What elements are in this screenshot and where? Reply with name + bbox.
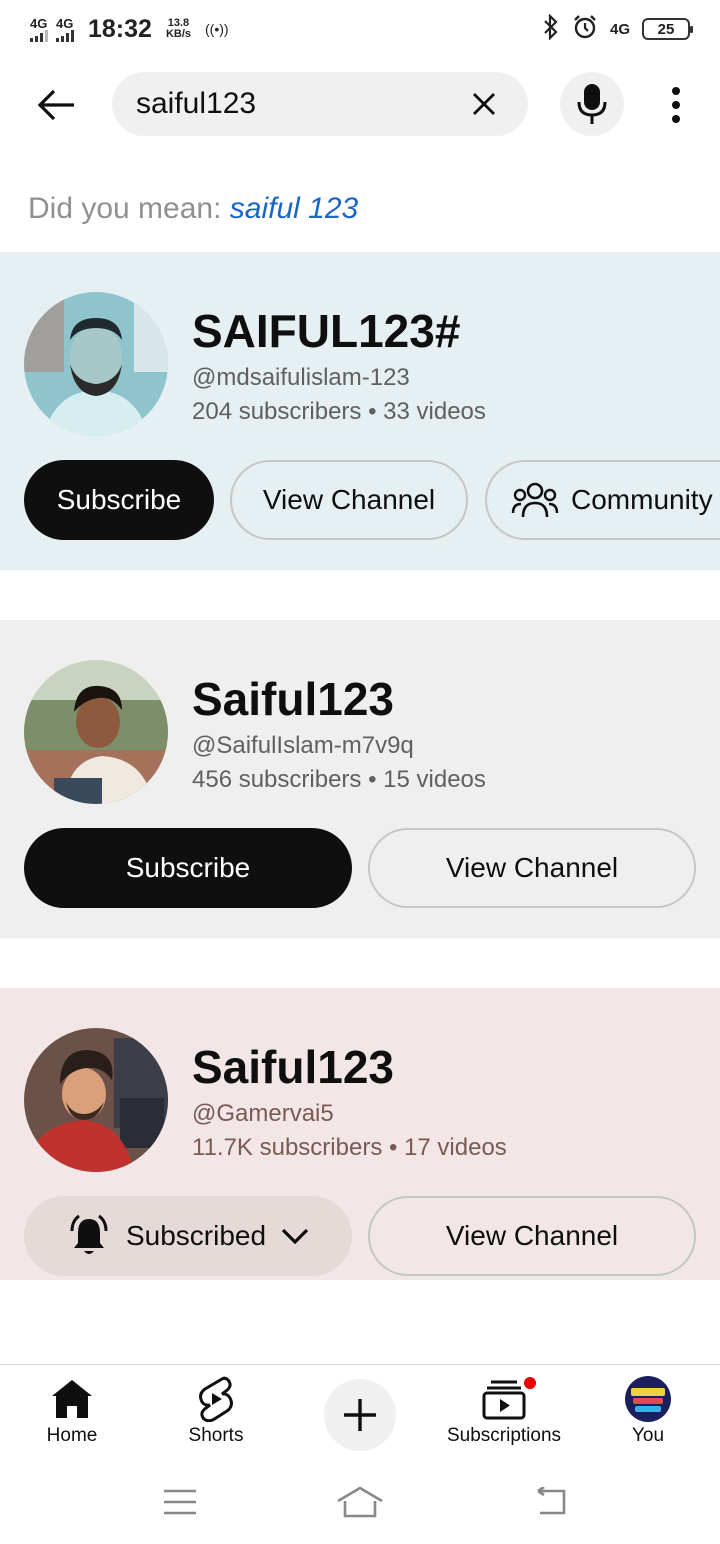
- search-input[interactable]: saiful123: [112, 72, 528, 136]
- system-back-button[interactable]: [520, 1482, 580, 1522]
- search-header: saiful123: [0, 70, 720, 140]
- subscribed-label: Subscribed: [125, 1220, 267, 1251]
- bottom-navigation: Home Shorts Subscriptions You: [0, 1364, 720, 1460]
- nav-shorts-label: Shorts: [188, 1425, 244, 1446]
- nav-shorts[interactable]: Shorts: [144, 1365, 288, 1461]
- close-icon: [473, 93, 495, 115]
- status-bar: 4G 4G 18:32 13.8 KB/s ((•)) 4G 25: [0, 0, 720, 58]
- mobile-data-icon: 4G: [609, 20, 630, 38]
- channel-handle: @SaifulIslam-m7v9q: [192, 732, 414, 759]
- sim2-signal-icon: 4G: [56, 17, 74, 42]
- channel-handle: @Gamervai5: [192, 1100, 334, 1127]
- subscribe-button[interactable]: Subscribe: [24, 828, 352, 908]
- channel-avatar[interactable]: [24, 292, 168, 436]
- suggestion-link[interactable]: saiful 123: [230, 192, 358, 225]
- channel-card[interactable]: SAIFUL123# @mdsaifulislam-123 204 subscr…: [0, 252, 720, 570]
- channel-title[interactable]: Saiful123: [192, 672, 394, 726]
- view-channel-button[interactable]: View Channel: [230, 460, 468, 540]
- sim2-label: 4G: [56, 15, 74, 31]
- view-channel-button[interactable]: View Channel: [368, 828, 696, 908]
- view-channel-button[interactable]: View Channel: [368, 1196, 696, 1276]
- channel-title[interactable]: SAIFUL123#: [192, 304, 460, 358]
- clear-search-button[interactable]: [464, 84, 504, 124]
- channel-title[interactable]: Saiful123: [192, 1040, 394, 1094]
- community-label: Community: [571, 484, 713, 515]
- battery-icon: 25: [642, 18, 693, 40]
- search-query[interactable]: saiful123: [136, 87, 464, 121]
- channel-avatar[interactable]: [24, 660, 168, 804]
- channel-handle: @mdsaifulislam-123: [192, 364, 410, 391]
- nav-home-label: Home: [46, 1425, 98, 1446]
- subscribe-label: Subscribe: [125, 852, 251, 883]
- system-navigation-bar: [0, 1464, 720, 1544]
- view-channel-label: View Channel: [445, 1220, 619, 1251]
- clock: 18:32: [88, 14, 152, 43]
- create-button[interactable]: [324, 1379, 396, 1451]
- battery-level: 25: [657, 20, 675, 38]
- channel-card[interactable]: Saiful123 @SaifulIslam-m7v9q 456 subscri…: [0, 620, 720, 938]
- recents-button[interactable]: [150, 1482, 210, 1522]
- back-icon: [537, 1487, 566, 1515]
- spelling-suggestion: Did you mean: saiful 123: [28, 192, 358, 226]
- view-channel-label: View Channel: [445, 852, 619, 883]
- microphone-icon: [577, 84, 607, 124]
- nav-subscriptions-label: Subscriptions: [446, 1425, 562, 1446]
- nav-you[interactable]: You: [576, 1365, 720, 1461]
- shorts-icon: [199, 1376, 233, 1422]
- speed-unit: KB/s: [165, 28, 192, 40]
- community-button[interactable]: Community: [485, 460, 720, 540]
- alarm-icon: [572, 14, 598, 45]
- nav-subscriptions[interactable]: Subscriptions: [432, 1365, 576, 1461]
- channel-stats: 11.7K subscribers • 17 videos: [192, 1134, 507, 1161]
- subscribe-label: Subscribe: [56, 484, 182, 515]
- system-home-button[interactable]: [330, 1482, 390, 1522]
- subscriptions-icon: [482, 1380, 526, 1420]
- hotspot-icon: ((•)): [205, 21, 229, 37]
- channel-avatar[interactable]: [24, 1028, 168, 1172]
- channel-stats: 204 subscribers • 33 videos: [192, 398, 486, 425]
- more-vert-icon: [672, 87, 680, 123]
- channel-card[interactable]: Saiful123 @Gamervai5 11.7K subscribers •…: [0, 988, 720, 1280]
- profile-avatar: [625, 1376, 671, 1422]
- voice-search-button[interactable]: [560, 72, 624, 136]
- back-button[interactable]: [28, 80, 84, 130]
- notification-dot: [522, 1375, 538, 1391]
- home-outline-icon: [337, 1486, 383, 1518]
- network-speed: 13.8 KB/s: [166, 18, 191, 40]
- bluetooth-icon: [542, 12, 560, 45]
- sim1-signal-icon: 4G: [30, 17, 48, 42]
- chevron-down-icon: [281, 1228, 309, 1245]
- nav-home[interactable]: Home: [0, 1365, 144, 1461]
- subscribed-button[interactable]: Subscribed: [24, 1196, 352, 1276]
- home-icon: [52, 1380, 92, 1418]
- suggestion-prefix: Did you mean:: [28, 192, 222, 225]
- more-options-button[interactable]: [656, 80, 696, 130]
- nav-you-label: You: [631, 1425, 665, 1446]
- menu-icon: [164, 1489, 196, 1515]
- arrow-left-icon: [37, 89, 74, 121]
- subscribe-button[interactable]: Subscribe: [24, 460, 214, 540]
- sim1-label: 4G: [30, 15, 48, 31]
- community-icon: [511, 482, 559, 518]
- view-channel-label: View Channel: [262, 484, 436, 515]
- plus-icon: [344, 1399, 376, 1431]
- bell-ringing-icon: [70, 1214, 108, 1254]
- channel-stats: 456 subscribers • 15 videos: [192, 766, 486, 793]
